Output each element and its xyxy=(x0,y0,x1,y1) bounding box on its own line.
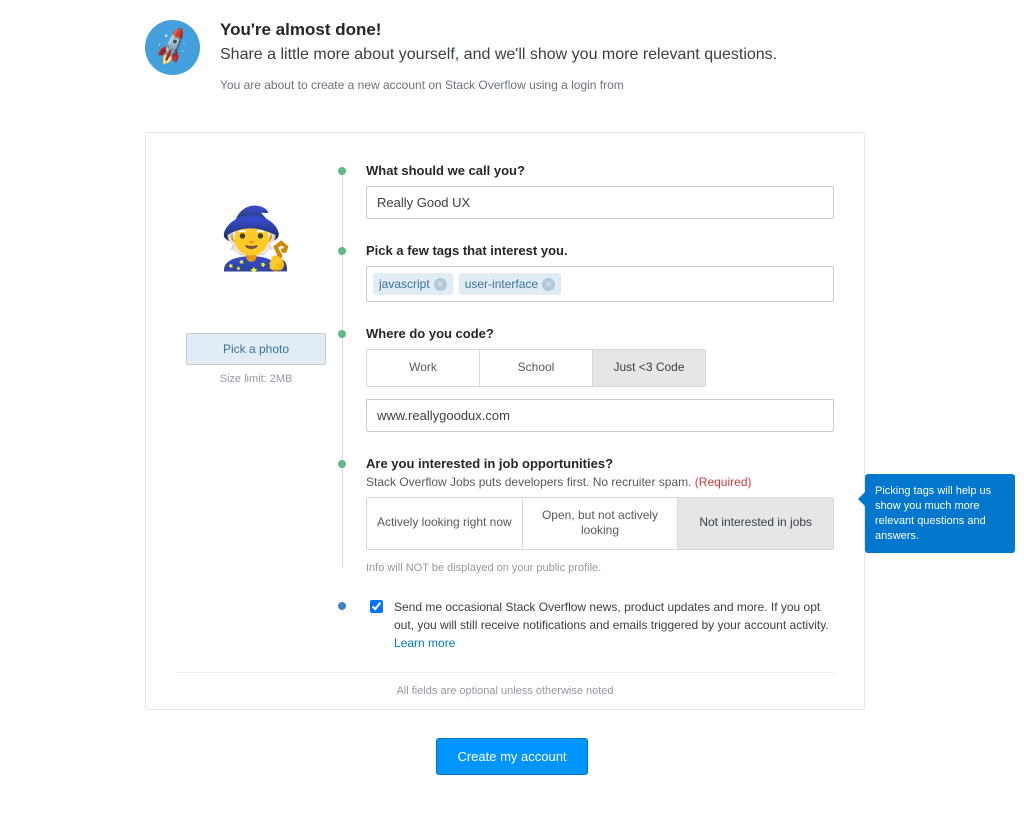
required-label: (Required) xyxy=(695,475,752,489)
website-input[interactable] xyxy=(366,399,834,432)
where-segmented: Work School Just <3 Code xyxy=(366,349,706,387)
step-where: Where do you code? Work School Just <3 C… xyxy=(366,326,834,432)
avatar-preview: 🧙 xyxy=(216,198,296,278)
signup-card: 🧙 Pick a photo Size limit: 2MB What shou… xyxy=(145,132,865,710)
tag-remove-icon[interactable]: ✕ xyxy=(542,278,555,291)
step-name: What should we call you? xyxy=(366,163,834,219)
tag-text: javascript xyxy=(379,277,430,291)
tags-input[interactable]: javascript ✕ user-interface ✕ xyxy=(366,266,834,302)
jobs-option-active[interactable]: Actively looking right now xyxy=(367,498,523,549)
pick-photo-button[interactable]: Pick a photo xyxy=(186,333,326,365)
jobs-label: Are you interested in job opportunities? xyxy=(366,456,834,471)
consent-row[interactable]: Send me occasional Stack Overflow news, … xyxy=(366,598,834,652)
rocket-icon: 🚀 xyxy=(145,20,200,75)
step-dot xyxy=(338,602,346,610)
tag-text: user-interface xyxy=(465,277,538,291)
step-dot xyxy=(338,330,346,338)
timeline-line xyxy=(342,169,343,567)
step-tags: Pick a few tags that interest you. javas… xyxy=(366,243,834,302)
tag-remove-icon[interactable]: ✕ xyxy=(434,278,447,291)
intro-header: 🚀 You're almost done! Share a little mor… xyxy=(145,20,1024,92)
where-option-work[interactable]: Work xyxy=(367,350,480,386)
name-label: What should we call you? xyxy=(366,163,834,178)
create-account-button[interactable]: Create my account xyxy=(436,738,587,775)
jobs-option-open[interactable]: Open, but not actively looking xyxy=(523,498,679,549)
intro-note: You are about to create a new account on… xyxy=(220,78,777,92)
jobs-disclaimer: Info will NOT be displayed on your publi… xyxy=(366,562,834,574)
where-option-school[interactable]: School xyxy=(480,350,593,386)
learn-more-link[interactable]: Learn more xyxy=(394,636,455,650)
where-option-code[interactable]: Just <3 Code xyxy=(593,350,705,386)
where-label: Where do you code? xyxy=(366,326,834,341)
consent-text: Send me occasional Stack Overflow news, … xyxy=(394,598,834,652)
step-jobs: Are you interested in job opportunities?… xyxy=(366,456,834,574)
tag-chip[interactable]: javascript ✕ xyxy=(373,273,453,295)
jobs-option-not-interested[interactable]: Not interested in jobs xyxy=(678,498,833,549)
consent-checkbox[interactable] xyxy=(370,600,383,613)
tags-label: Pick a few tags that interest you. xyxy=(366,243,834,258)
photo-size-limit: Size limit: 2MB xyxy=(176,373,336,385)
card-footer-note: All fields are optional unless otherwise… xyxy=(176,672,834,709)
step-dot xyxy=(338,460,346,468)
step-consent: Send me occasional Stack Overflow news, … xyxy=(366,598,834,652)
step-dot xyxy=(338,167,346,175)
step-dot xyxy=(338,247,346,255)
form-column: What should we call you? Pick a few tags… xyxy=(336,163,834,662)
tags-help-tooltip: Picking tags will help us show you much … xyxy=(865,474,1015,553)
tag-chip[interactable]: user-interface ✕ xyxy=(459,273,561,295)
intro-heading: You're almost done! xyxy=(220,20,777,40)
photo-column: 🧙 Pick a photo Size limit: 2MB xyxy=(176,163,336,662)
jobs-sub: Stack Overflow Jobs puts developers firs… xyxy=(366,475,834,489)
intro-subheading: Share a little more about yourself, and … xyxy=(220,46,777,64)
name-input[interactable] xyxy=(366,186,834,219)
jobs-segmented: Actively looking right now Open, but not… xyxy=(366,497,834,550)
